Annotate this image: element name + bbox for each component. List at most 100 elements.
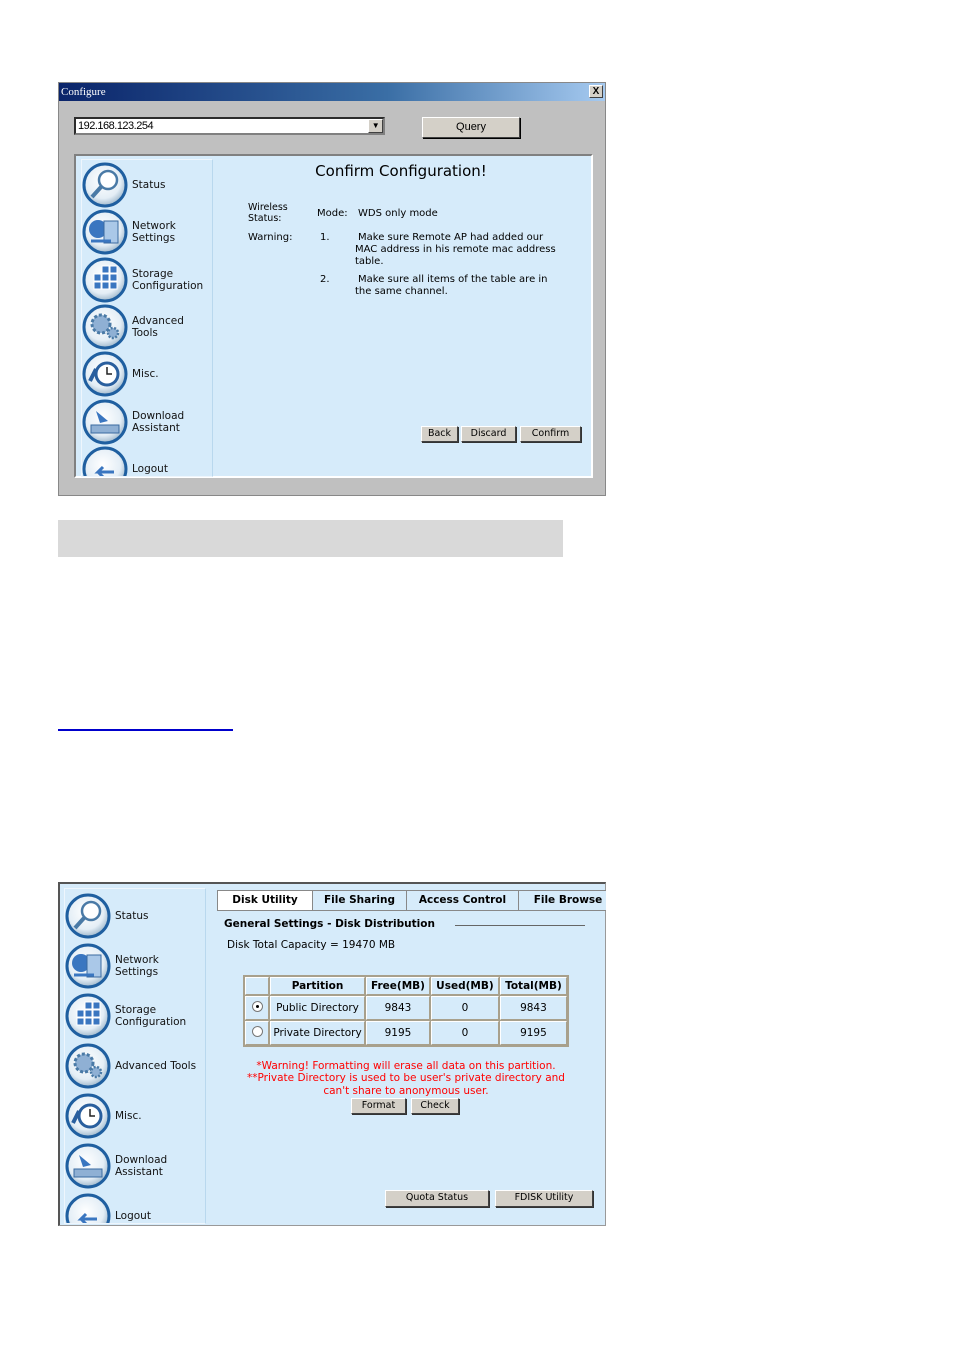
partition-table: Partition Free(MB) Used(MB) Total(MB) Pu… [243, 975, 569, 1047]
dropdown-arrow-icon[interactable]: ▼ [368, 119, 383, 133]
storage-icon [82, 257, 128, 303]
warning-number: 1. [320, 232, 330, 243]
wireless-status-label: Wireless Status: [248, 202, 288, 224]
table-header-row: Partition Free(MB) Used(MB) Total(MB) [245, 977, 567, 995]
header-cell: Total(MB) [499, 977, 567, 995]
storage-icon [65, 993, 111, 1039]
ip-value: 192.168.123.254 [78, 120, 154, 132]
tab-bar: Disk Utility File Sharing Access Control… [217, 890, 606, 912]
section-title: General Settings - Disk Distribution [224, 918, 435, 930]
download-icon [82, 399, 128, 445]
close-button[interactable]: X [589, 85, 603, 98]
table-row: Public Directory 9843 0 9843 [245, 996, 567, 1020]
total-value: 9195 [499, 1021, 567, 1045]
network-icon [82, 209, 128, 255]
tab-disk-utility[interactable]: Disk Utility [217, 890, 313, 911]
header-cell: Free(MB) [366, 977, 430, 995]
query-button[interactable]: Query [422, 117, 520, 138]
header-cell [245, 977, 269, 995]
sidebar: Status Network Settings Storage Configurat… [64, 888, 206, 1224]
partition-radio-private[interactable] [251, 1026, 263, 1037]
table-row: Private Directory 9195 0 9195 [245, 1021, 567, 1045]
quota-status-button[interactable]: Quota Status [385, 1190, 489, 1207]
used-value: 0 [430, 1021, 499, 1045]
logout-icon [82, 446, 128, 476]
magnifier-icon [65, 893, 111, 939]
check-button[interactable]: Check [411, 1098, 459, 1114]
confirm-button[interactable]: Confirm [520, 426, 581, 442]
link-underline[interactable] [58, 729, 233, 731]
sidebar-item-label: Logout [132, 462, 168, 475]
sidebar-item-label: Status [132, 179, 166, 191]
mode-label: Mode: [317, 208, 348, 219]
header-cell: Partition [270, 977, 365, 995]
mode-value: WDS only mode [358, 208, 438, 219]
sidebar-item-advanced-tools[interactable]: Advanced Tools [65, 1043, 196, 1089]
sidebar-item-label: Storage Configuration [132, 267, 204, 292]
gears-icon [65, 1043, 111, 1089]
disk-capacity: Disk Total Capacity = 19470 MB [227, 939, 396, 951]
sidebar-item-label: Logout [115, 1210, 151, 1222]
sidebar: Status Network Settings Storage Configurat… [81, 159, 213, 477]
sidebar-item-label: Download Assistant [115, 1154, 168, 1178]
discard-button[interactable]: Discard [461, 426, 516, 442]
sidebar-item-network-settings[interactable]: Network Settings [82, 209, 212, 255]
partition-radio-public[interactable] [251, 1001, 263, 1012]
divider [455, 925, 585, 926]
warning-number: 2. [320, 274, 330, 285]
total-value: 9843 [499, 996, 567, 1020]
warning-text: Make sure Remote AP had added our MAC ad… [355, 232, 556, 267]
partition-name: Public Directory [270, 996, 365, 1020]
tab-access-control[interactable]: Access Control [406, 890, 519, 911]
sidebar-item-label: Download Assistant [132, 409, 185, 434]
network-icon [65, 943, 111, 989]
free-value: 9843 [366, 996, 430, 1020]
sidebar-item-label: Network Settings [115, 954, 159, 978]
format-warning: *Warning! Formatting will erase all data… [256, 1060, 556, 1072]
sidebar-item-label: Network Settings [132, 220, 176, 245]
sidebar-item-download-assistant[interactable]: Download Assistant [82, 399, 212, 445]
clock-icon [65, 1093, 111, 1139]
sidebar-item-label: Advanced Tools [132, 314, 184, 339]
back-button[interactable]: Back [421, 426, 458, 442]
fdisk-utility-button[interactable]: FDISK Utility [495, 1190, 593, 1207]
sidebar-item-storage-configuration[interactable]: Storage Configuration [82, 257, 212, 303]
sidebar-item-label: Misc. [132, 368, 159, 381]
sidebar-item-advanced-tools[interactable]: Advanced Tools [82, 304, 212, 350]
tab-file-browse[interactable]: File Browse [518, 890, 606, 911]
free-value: 9195 [366, 1021, 430, 1045]
sidebar-item-label: Misc. [115, 1110, 142, 1122]
download-icon [65, 1143, 111, 1189]
sidebar-item-logout[interactable]: Logout [65, 1193, 151, 1223]
sidebar-item-label: Status [115, 910, 149, 922]
sidebar-item-label: Advanced Tools [115, 1060, 197, 1072]
sidebar-item-status[interactable]: Status [65, 893, 148, 939]
logout-icon [65, 1193, 111, 1223]
header-cell: Used(MB) [430, 977, 499, 995]
sidebar-item-status[interactable]: Status [82, 162, 165, 208]
configure-window: Configure X 192.168.123.254 ▼ Query Statu… [58, 82, 606, 496]
sidebar-item-misc[interactable]: Misc. [82, 351, 159, 397]
sidebar-item-storage-configuration[interactable]: Storage Configuration [65, 993, 205, 1039]
content-panel: Status Network Settings Storage Configurat… [74, 154, 593, 478]
warning-label: Warning: [248, 232, 293, 243]
ip-address-combobox[interactable]: 192.168.123.254 ▼ [74, 117, 385, 135]
sidebar-item-network-settings[interactable]: Network Settings [65, 943, 205, 989]
storage-window: Status Network Settings Storage Configurat… [58, 882, 606, 1226]
clock-icon [82, 351, 128, 397]
gears-icon [82, 304, 128, 350]
private-directory-note: **Private Directory is used to be user's… [247, 1072, 565, 1097]
sidebar-item-label: Storage Configuration [115, 1004, 187, 1028]
gray-bar [58, 520, 563, 557]
page-title: Confirm Configuration! [315, 162, 487, 180]
format-button[interactable]: Format [351, 1098, 406, 1114]
title-bar: Configure [59, 83, 605, 101]
window-title: Configure [61, 86, 106, 98]
magnifier-icon [82, 162, 128, 208]
sidebar-item-logout[interactable]: Logout [82, 446, 168, 476]
used-value: 0 [430, 996, 499, 1020]
tab-file-sharing[interactable]: File Sharing [312, 890, 407, 911]
warning-text: Make sure all items of the table are in … [355, 274, 548, 297]
sidebar-item-download-assistant[interactable]: Download Assistant [65, 1143, 205, 1189]
sidebar-item-misc[interactable]: Misc. [65, 1093, 142, 1139]
